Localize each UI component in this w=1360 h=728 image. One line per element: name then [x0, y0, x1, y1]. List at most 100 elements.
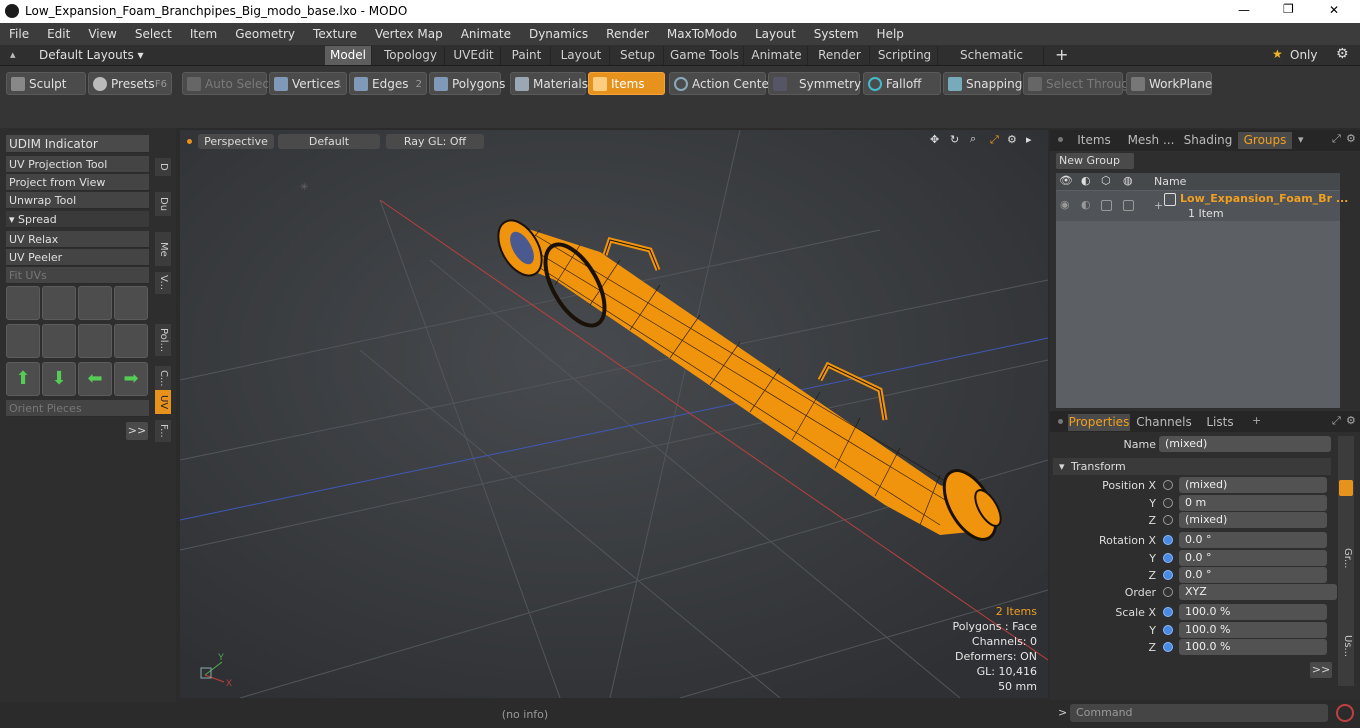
arrow-down-icon[interactable]: ⬇	[42, 362, 76, 396]
tab-channels[interactable]: Channels	[1134, 414, 1194, 431]
tab-shading[interactable]: Shading	[1182, 132, 1234, 149]
default-layouts-dropdown[interactable]: Default Layouts ▾	[39, 48, 144, 62]
pan-icon[interactable]: ✥	[930, 133, 939, 146]
tab-lists[interactable]: Lists	[1198, 414, 1242, 431]
unwrap-tool-button[interactable]: Unwrap Tool	[6, 192, 149, 209]
arrow-left-icon[interactable]: ⬅	[78, 362, 112, 396]
only-toggle[interactable]: Only	[1290, 48, 1318, 62]
materials-button[interactable]: Materials	[510, 72, 588, 95]
menu-item[interactable]: Item	[181, 27, 226, 41]
zoom-icon[interactable]: ⌕	[970, 132, 976, 146]
uv-box-icon[interactable]	[114, 286, 148, 320]
menu-file[interactable]: File	[0, 27, 38, 41]
expand-plus-icon[interactable]: +	[1154, 199, 1163, 212]
position-y-field[interactable]: 0 m	[1179, 495, 1327, 511]
menu-geometry[interactable]: Geometry	[226, 27, 304, 41]
uv-grid-icon[interactable]	[42, 324, 76, 358]
tab-setup[interactable]: Setup	[612, 46, 664, 65]
rotate-icon[interactable]: ↻	[950, 133, 959, 146]
polygons-button[interactable]: Polygons	[429, 72, 505, 95]
key-dot-icon[interactable]	[1163, 553, 1173, 563]
vtab-v[interactable]: V...	[155, 272, 171, 294]
menu-dynamics[interactable]: Dynamics	[520, 27, 597, 41]
key-dot-icon[interactable]	[1163, 498, 1173, 508]
tab-groups[interactable]: Groups	[1238, 132, 1292, 149]
key-dot-icon[interactable]	[1163, 515, 1173, 525]
key-dot-icon[interactable]	[1163, 625, 1173, 635]
maximize-button[interactable]: ❐	[1283, 2, 1294, 16]
record-icon[interactable]	[1336, 704, 1354, 722]
scale-y-field[interactable]: 100.0 %	[1179, 622, 1327, 638]
vtab-d[interactable]: D	[155, 158, 171, 176]
sculpt-button[interactable]: Sculpt	[6, 72, 86, 95]
properties-side-tab-active[interactable]	[1339, 480, 1353, 496]
falloff-button[interactable]: Falloff	[863, 72, 941, 95]
menu-render[interactable]: Render	[597, 27, 658, 41]
scale-z-field[interactable]: 100.0 %	[1179, 639, 1327, 655]
tab-paint[interactable]: Paint	[503, 46, 551, 65]
viewport-gear-icon[interactable]: ⚙	[1007, 133, 1017, 146]
select-through-button[interactable]: Select Through	[1023, 72, 1137, 95]
menu-vertex-map[interactable]: Vertex Map	[366, 27, 452, 41]
tab-game-tools[interactable]: Game Tools	[666, 46, 744, 65]
key-dot-icon[interactable]	[1163, 535, 1173, 545]
uv-move-icon[interactable]	[6, 286, 40, 320]
vtab-pol[interactable]: Pol...	[155, 324, 171, 356]
tab-animate[interactable]: Animate	[746, 46, 808, 65]
action-center-button[interactable]: Action Center	[669, 72, 774, 95]
vtab-c[interactable]: C...	[155, 366, 171, 390]
tab-schematic-fusion[interactable]: Schematic Fusion	[940, 46, 1044, 81]
uv-pyramid-icon[interactable]	[78, 324, 112, 358]
uv-relax-button[interactable]: UV Relax	[6, 231, 149, 248]
tab-layout[interactable]: Layout	[553, 46, 610, 65]
rotation-z-field[interactable]: 0.0 °	[1179, 567, 1327, 583]
presets-button[interactable]: Presets F6	[88, 72, 172, 95]
orient-pieces-button[interactable]: Orient Pieces	[6, 400, 149, 417]
transform-section[interactable]: ▾ Transform	[1053, 458, 1331, 475]
edges-button[interactable]: Edges 2	[349, 72, 427, 95]
raygl-dropdown[interactable]: Ray GL: Off	[386, 134, 484, 149]
uv-cube-icon[interactable]	[6, 324, 40, 358]
fit-uvs-button[interactable]: Fit UVs	[6, 267, 149, 284]
uv-projection-tool-button[interactable]: UV Projection Tool	[6, 156, 149, 173]
group-name[interactable]: Low_Expansion_Foam_Br ...	[1180, 192, 1348, 205]
menu-maxtomodo[interactable]: MaxToModo	[658, 27, 746, 41]
shading-default-dropdown[interactable]: Default	[278, 134, 380, 149]
tab-topology[interactable]: Topology	[377, 46, 445, 65]
udim-indicator-button[interactable]: UDIM Indicator	[6, 135, 149, 153]
arrow-up-icon[interactable]: ⬆	[6, 362, 40, 396]
tab-menu-icon[interactable]: ▾	[1298, 133, 1304, 146]
key-dot-icon[interactable]	[1163, 570, 1173, 580]
key-dot-icon[interactable]	[1163, 480, 1173, 490]
menu-system[interactable]: System	[805, 27, 868, 41]
new-group-button[interactable]: New Group	[1056, 153, 1134, 169]
minimize-button[interactable]: —	[1238, 3, 1250, 17]
layout-menu-icon[interactable]: ▴	[10, 48, 16, 61]
rotation-x-field[interactable]: 0.0 °	[1179, 532, 1327, 548]
uv-transform-icon[interactable]	[78, 286, 112, 320]
scale-x-field[interactable]: 100.0 %	[1179, 604, 1327, 620]
uv-rotate-icon[interactable]	[42, 286, 76, 320]
key-dot-icon[interactable]	[1163, 607, 1173, 617]
vtab-du[interactable]: Du	[155, 192, 171, 216]
group-lock-checkbox[interactable]	[1101, 200, 1112, 211]
menu-edit[interactable]: Edit	[38, 27, 79, 41]
3d-viewport[interactable]: Y X ✳ 2 Items Polygons : Face Channels: …	[180, 130, 1048, 698]
tab-scripting[interactable]: Scripting	[872, 46, 938, 65]
tab-mesh[interactable]: Mesh ...	[1124, 132, 1178, 149]
arrow-right-icon[interactable]: ➡	[114, 362, 148, 396]
panel-maximize-icon[interactable]: ⤢	[1332, 132, 1341, 146]
tab-properties[interactable]: Properties	[1068, 414, 1130, 431]
menu-select[interactable]: Select	[126, 27, 181, 41]
uv-sphere-icon[interactable]	[114, 324, 148, 358]
tab-uvedit[interactable]: UVEdit	[447, 46, 501, 65]
add-properties-tab-icon[interactable]: +	[1252, 414, 1261, 427]
workplane-button[interactable]: WorkPlane	[1126, 72, 1212, 95]
group-eye-icon[interactable]: ◉	[1060, 198, 1070, 211]
uv-peeler-button[interactable]: UV Peeler	[6, 249, 149, 266]
menu-help[interactable]: Help	[868, 27, 913, 41]
menu-texture[interactable]: Texture	[304, 27, 366, 41]
properties-gear-icon[interactable]: ⚙	[1346, 414, 1356, 427]
vtab-me[interactable]: Me	[155, 232, 171, 266]
properties-maximize-icon[interactable]: ⤢	[1332, 414, 1341, 428]
